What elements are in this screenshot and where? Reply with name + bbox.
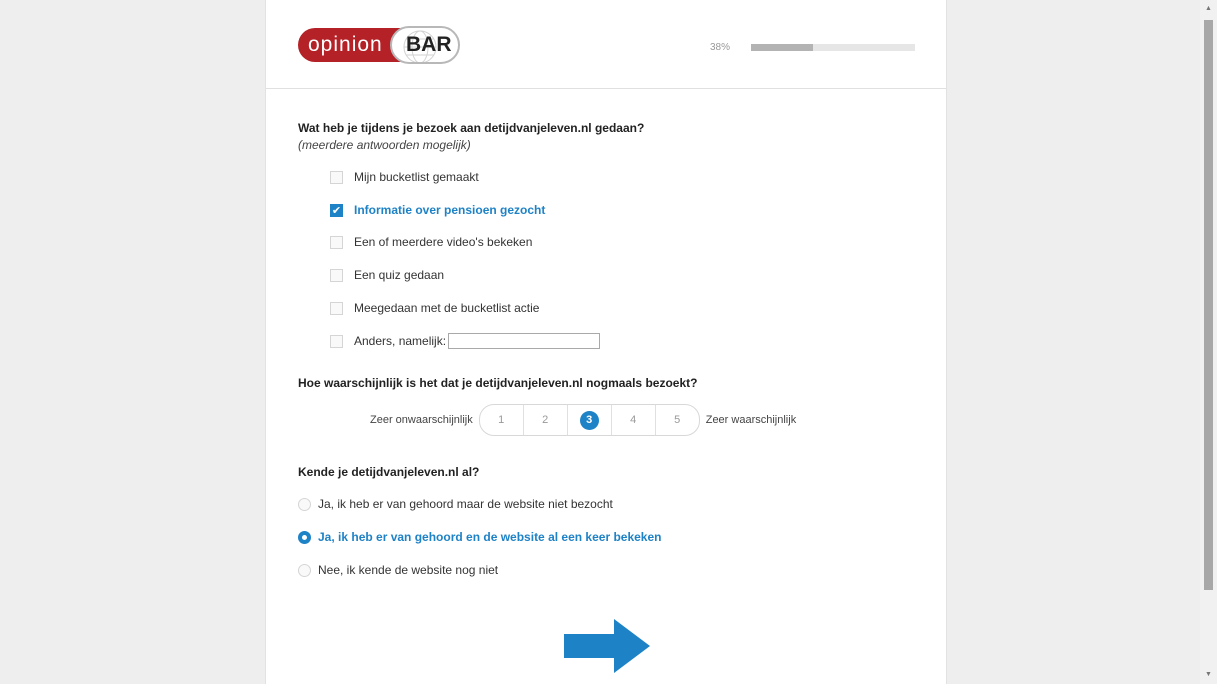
checkmark-icon: ✔: [331, 204, 342, 217]
survey-page: opinion BAR 38% Wat heb je tijdens je be…: [265, 0, 947, 684]
scale-options: 1 2 3 4 5: [478, 404, 700, 436]
option-label: Ja, ik heb er van gehoord maar de websit…: [318, 497, 613, 511]
option-label: Informatie over pensioen gezocht: [354, 203, 546, 217]
option-label: Een of meerdere video's bekeken: [354, 235, 533, 249]
radio-button-checked[interactable]: [298, 530, 311, 544]
progress-fill: [751, 44, 814, 51]
scale-option-2[interactable]: 2: [524, 405, 568, 435]
scale-number: 4: [630, 414, 637, 426]
scrollbar[interactable]: ▲ ▼: [1200, 0, 1217, 684]
scale-number: 2: [542, 414, 549, 426]
scale-low-label: Zeer onwaarschijnlijk: [370, 414, 473, 426]
logo-badge: BAR: [390, 26, 460, 64]
progress-percent: 38%: [710, 42, 731, 53]
scale-option-1[interactable]: 1: [480, 405, 524, 435]
arrow-right-icon[interactable]: [564, 619, 650, 673]
option-label: Een quiz gedaan: [354, 268, 445, 282]
scroll-up-icon[interactable]: ▲: [1204, 4, 1213, 14]
option-label: Mijn bucketlist gemaakt: [354, 170, 479, 184]
checkbox[interactable]: [330, 235, 343, 249]
question-1-title: Wat heb je tijdens je bezoek aan detijdv…: [298, 121, 645, 135]
q1-option-other[interactable]: Anders, namelijk:: [330, 331, 601, 351]
scale-number: 5: [674, 414, 681, 426]
header: opinion BAR 38%: [266, 0, 946, 89]
radio-button[interactable]: [298, 497, 311, 511]
checkbox[interactable]: [330, 170, 343, 184]
checkbox-checked[interactable]: ✔: [330, 203, 343, 217]
scale-number: 1: [498, 414, 505, 426]
other-text-input[interactable]: [448, 333, 601, 349]
q1-option-2[interactable]: ✔ Informatie over pensioen gezocht: [330, 200, 545, 220]
progress-bar: [751, 44, 915, 51]
radio-button[interactable]: [298, 563, 311, 577]
checkbox[interactable]: [330, 268, 343, 282]
option-label: Nee, ik kende de website nog niet: [318, 563, 499, 577]
scale-high-label: Zeer waarschijnlijk: [705, 414, 797, 426]
q3-option-2[interactable]: Ja, ik heb er van gehoord en de website …: [298, 527, 661, 547]
q3-option-1[interactable]: Ja, ik heb er van gehoord maar de websit…: [298, 494, 613, 514]
opinionbar-logo: opinion BAR: [298, 26, 468, 66]
scale-option-5[interactable]: 5: [656, 405, 699, 435]
option-label: Ja, ik heb er van gehoord en de website …: [318, 530, 662, 544]
scale-option-3[interactable]: 3: [568, 405, 612, 435]
question-1-hint: (meerdere antwoorden mogelijk): [298, 138, 471, 152]
checkbox[interactable]: [330, 334, 343, 348]
question-2-title: Hoe waarschijnlijk is het dat je detijdv…: [298, 376, 698, 390]
scale-number-selected: 3: [579, 410, 599, 430]
q1-option-1[interactable]: Mijn bucketlist gemaakt: [330, 167, 479, 187]
q1-option-5[interactable]: Meegedaan met de bucketlist actie: [330, 298, 539, 318]
q3-option-3[interactable]: Nee, ik kende de website nog niet: [298, 560, 498, 580]
scale-option-4[interactable]: 4: [612, 405, 656, 435]
q1-option-4[interactable]: Een quiz gedaan: [330, 265, 444, 285]
likelihood-scale: Zeer onwaarschijnlijk 1 2 3 4 5 Zeer waa…: [370, 404, 797, 436]
logo-text-bar: BAR: [406, 33, 452, 56]
checkbox[interactable]: [330, 301, 343, 315]
scroll-down-icon[interactable]: ▼: [1204, 670, 1213, 680]
option-label: Anders, namelijk:: [354, 334, 447, 348]
scroll-thumb[interactable]: [1204, 20, 1213, 590]
q1-option-3[interactable]: Een of meerdere video's bekeken: [330, 232, 532, 252]
question-3-title: Kende je detijdvanjeleven.nl al?: [298, 465, 480, 479]
option-label: Meegedaan met de bucketlist actie: [354, 301, 540, 315]
